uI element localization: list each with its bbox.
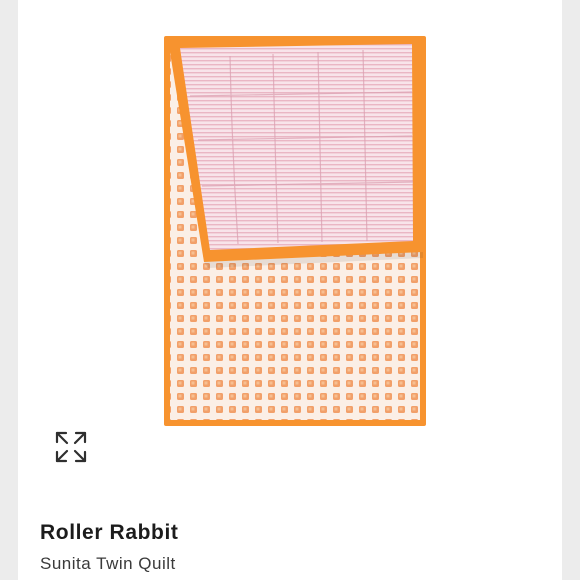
quilt-fold-pink xyxy=(180,44,413,250)
expand-arrows-icon xyxy=(55,431,87,463)
brand-name[interactable]: Roller Rabbit xyxy=(40,521,178,545)
quilt-illustration xyxy=(164,36,426,426)
expand-image-button[interactable] xyxy=(54,430,88,464)
product-image[interactable] xyxy=(18,0,562,500)
screen: Roller Rabbit Sunita Twin Quilt xyxy=(0,0,580,580)
product-card: Roller Rabbit Sunita Twin Quilt xyxy=(18,0,562,580)
product-title: Sunita Twin Quilt xyxy=(40,554,176,573)
